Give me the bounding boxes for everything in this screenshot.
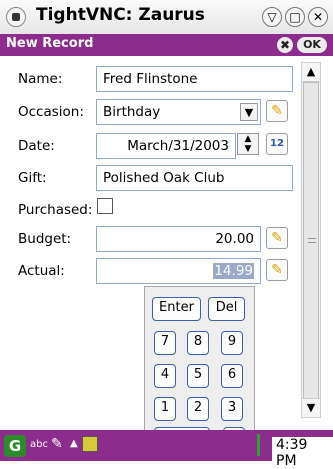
key-9[interactable]: 9 — [221, 331, 243, 355]
spin-up-icon[interactable]: ▲ — [238, 134, 258, 144]
key-4[interactable]: 4 — [154, 364, 176, 388]
window-menu-icon[interactable] — [6, 7, 26, 27]
dialog-title: New Record — [6, 36, 94, 51]
occasion-edit-pencil-icon[interactable]: ✎ — [266, 100, 288, 122]
occasion-label: Occasion: — [18, 104, 84, 120]
battery-indicator-icon — [257, 434, 260, 456]
start-menu-icon[interactable]: G — [4, 435, 26, 457]
gift-field[interactable]: Polished Oak Club — [96, 165, 293, 191]
scroll-up-icon[interactable]: ▲ — [302, 63, 320, 82]
calendar-icon[interactable]: 12 — [266, 133, 288, 155]
budget-edit-pencil-icon[interactable]: ✎ — [266, 227, 288, 249]
key-8[interactable]: 8 — [187, 331, 209, 355]
occasion-value: Birthday — [103, 104, 161, 120]
budget-label: Budget: — [18, 231, 72, 247]
name-field[interactable]: Fred Flinstone — [96, 66, 293, 92]
purchased-checkbox[interactable] — [97, 198, 113, 214]
purchased-label: Purchased: — [18, 202, 93, 218]
key-1[interactable]: 1 — [154, 397, 176, 421]
key-7[interactable]: 7 — [154, 331, 176, 355]
date-spin-icon[interactable]: ▲ ▼ — [237, 133, 259, 155]
key-enter[interactable]: Enter — [152, 297, 201, 321]
key-2[interactable]: 2 — [187, 397, 209, 421]
actual-edit-pencil-icon[interactable]: ✎ — [266, 259, 288, 281]
gift-label: Gift: — [18, 170, 47, 186]
handwriting-pencil-icon[interactable]: ✎ — [51, 436, 67, 452]
key-del[interactable]: Del — [208, 297, 245, 321]
close-button[interactable]: ✕ — [308, 7, 328, 27]
vertical-scrollbar[interactable]: ▲ ▼ — [301, 62, 321, 418]
actual-value-selected: 14.99 — [213, 263, 254, 279]
key-3[interactable]: 3 — [221, 397, 243, 421]
key-6[interactable]: 6 — [221, 364, 243, 388]
clock[interactable]: 4:39 PM — [272, 437, 333, 469]
occasion-select[interactable]: Birthday ▼ — [96, 99, 261, 125]
dialog-ok-button[interactable]: OK — [297, 37, 327, 53]
dialog-header: New Record ✖ OK — [0, 34, 333, 56]
scroll-grip-icon — [308, 237, 316, 247]
date-field[interactable]: March/31/2003 — [96, 133, 236, 159]
chevron-down-icon[interactable]: ▼ — [240, 103, 258, 121]
dialog-close-button[interactable]: ✖ — [277, 37, 293, 53]
input-picker-up-icon[interactable]: ▲ — [70, 438, 78, 449]
restore-button[interactable]: □ — [285, 7, 305, 27]
actual-label: Actual: — [18, 263, 65, 279]
budget-field[interactable]: 20.00 — [96, 226, 261, 252]
running-app-icon[interactable] — [82, 436, 98, 452]
window-title: TightVNC: Zaurus — [36, 5, 205, 25]
scroll-down-icon[interactable]: ▼ — [302, 398, 320, 417]
numeric-keypad: Enter Del 7 8 9 4 5 6 1 2 3 0 . — [144, 286, 255, 452]
taskbar: G abc ✎ ▲ 4:39 PM — [0, 430, 333, 469]
key-5[interactable]: 5 — [187, 364, 209, 388]
name-label: Name: — [18, 71, 63, 87]
spin-down-icon[interactable]: ▼ — [238, 144, 258, 154]
window-titlebar: TightVNC: Zaurus ▽ □ ✕ — [0, 0, 333, 35]
actual-field[interactable]: 14.99 — [96, 258, 261, 284]
minimize-button[interactable]: ▽ — [262, 7, 282, 27]
input-method-label[interactable]: abc — [30, 439, 48, 450]
date-label: Date: — [18, 138, 55, 154]
scroll-thumb[interactable] — [303, 82, 319, 400]
